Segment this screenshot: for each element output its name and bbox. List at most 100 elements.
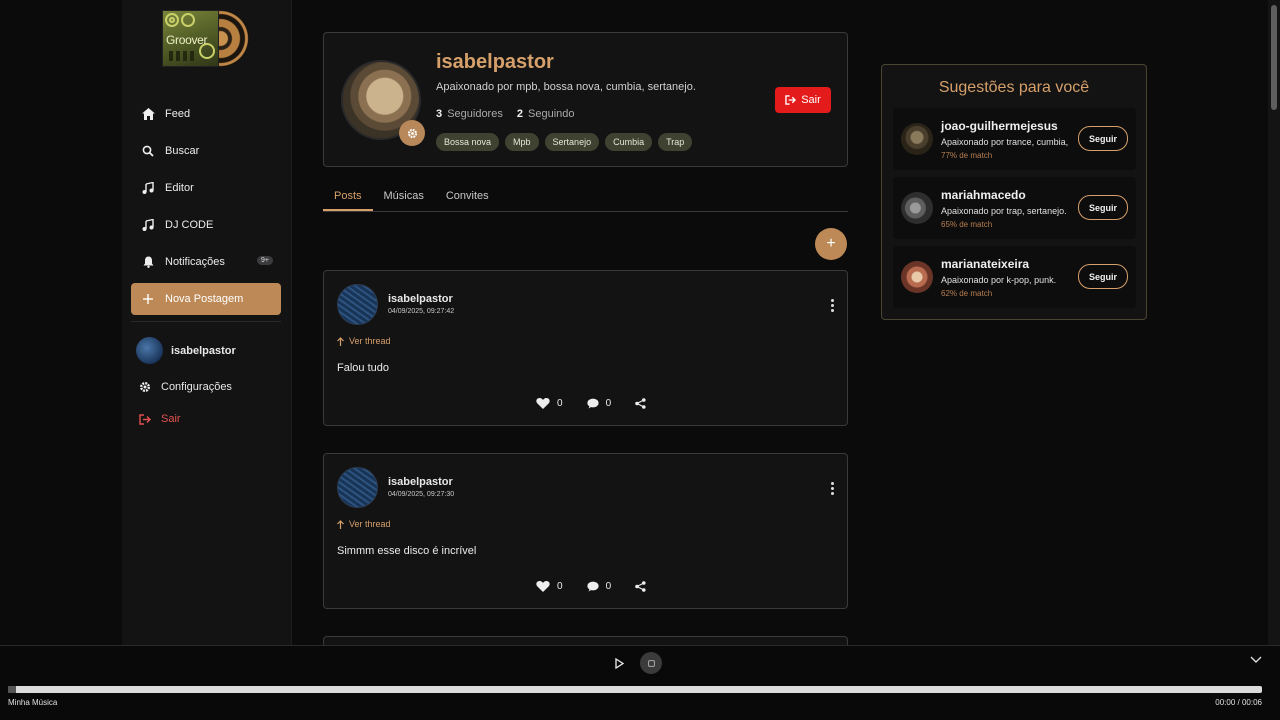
suggestion-match: 77% de match: [941, 151, 993, 160]
settings-link[interactable]: Configurações: [139, 381, 232, 393]
profile-tabs: Posts Músicas Convites: [323, 183, 848, 212]
suggestion-bio: Apaixonado por trance, cumbia,: [941, 137, 1069, 147]
avatar: [136, 337, 163, 364]
sidebar-item-notificacoes[interactable]: Notificações 9+: [131, 243, 281, 280]
gear-icon: [407, 128, 418, 139]
like-count: 0: [557, 397, 563, 409]
add-post-button[interactable]: +: [815, 228, 847, 260]
progress-bar[interactable]: [8, 686, 1262, 693]
tab-posts[interactable]: Posts: [323, 183, 373, 211]
share-button[interactable]: [635, 397, 646, 409]
follow-button[interactable]: Seguir: [1078, 126, 1128, 151]
chevron-down-icon: [1250, 656, 1264, 664]
post-avatar[interactable]: [337, 284, 378, 325]
stop-button[interactable]: [640, 652, 662, 674]
logout-link[interactable]: Sair: [139, 413, 181, 425]
genre-tag: Trap: [658, 133, 693, 151]
new-post-button[interactable]: Nova Postagem: [131, 283, 281, 315]
post-author[interactable]: isabelpastor: [388, 293, 453, 305]
suggestion-username: joao-guilhermejesus: [941, 119, 1058, 133]
music-player: Minha Música 00:00 / 00:06: [0, 645, 1280, 720]
profile-logout-label: Sair: [801, 94, 821, 106]
post-actions: 0 0: [536, 397, 670, 409]
music-note-icon: [141, 218, 155, 232]
like-button[interactable]: 0: [536, 580, 563, 592]
profile-logout-button[interactable]: Sair: [775, 87, 831, 113]
play-icon: [614, 657, 624, 669]
sidebar-item-label: DJ CODE: [165, 218, 214, 231]
view-thread-label: Ver thread: [349, 519, 391, 529]
like-button[interactable]: 0: [536, 397, 563, 409]
share-icon: [635, 397, 646, 409]
stop-icon: [647, 659, 655, 667]
heart-icon: [536, 580, 550, 592]
sidebar-item-label: Notificações: [165, 255, 225, 268]
view-thread-link[interactable]: Ver thread: [337, 519, 391, 529]
sidebar-divider: [131, 321, 281, 322]
search-icon: [141, 144, 155, 158]
sign-out-icon: [139, 413, 151, 425]
suggestion-match: 62% de match: [941, 289, 993, 298]
following-count: 2: [516, 108, 523, 120]
view-thread-link[interactable]: Ver thread: [337, 336, 391, 346]
avatar: [901, 123, 933, 155]
scrollbar-thumb[interactable]: [1271, 5, 1277, 110]
suggestion-match: 65% de match: [941, 220, 993, 229]
genre-tag: Bossa nova: [436, 133, 500, 151]
genre-tag: Sertanejo: [544, 133, 600, 151]
suggestion-item[interactable]: mariahmacedo Apaixonado por trap, sertan…: [893, 177, 1136, 239]
more-options-icon[interactable]: [831, 299, 835, 312]
gear-icon: [139, 381, 151, 393]
view-thread-label: Ver thread: [349, 336, 391, 346]
sidebar-item-editor[interactable]: Editor: [131, 169, 281, 206]
avatar: [901, 261, 933, 293]
share-button[interactable]: [635, 580, 646, 592]
sign-out-icon: [785, 95, 797, 105]
followers-count: 3: [436, 108, 443, 120]
suggestions-panel: Sugestões para você joao-guilhermejesus …: [881, 64, 1147, 320]
sidebar-item-label: Nova Postagem: [165, 293, 244, 305]
sidebar-user-profile[interactable]: isabelpastor: [136, 337, 236, 364]
post-card: isabelpastor 04/09/2025, 09:27:30 Ver th…: [323, 453, 848, 609]
comment-icon: [586, 398, 599, 409]
suggestion-item[interactable]: joao-guilhermejesus Apaixonado por tranc…: [893, 108, 1136, 170]
app-logo[interactable]: Groover: [162, 9, 252, 69]
progress-fill: [8, 686, 16, 693]
post-avatar[interactable]: [337, 467, 378, 508]
tab-musicas[interactable]: Músicas: [373, 183, 435, 211]
tab-convites[interactable]: Convites: [435, 183, 500, 211]
post-card: isabelpastor 04/09/2025, 09:27:42 Ver th…: [323, 270, 848, 426]
genre-tags: Bossa nova Mpb Sertanejo Cumbia Trap: [436, 133, 693, 151]
comment-count: 0: [605, 397, 612, 409]
comment-button[interactable]: 0: [586, 581, 611, 592]
edit-profile-button[interactable]: [399, 120, 425, 146]
profile-bio: Apaixonado por mpb, bossa nova, cumbia, …: [436, 81, 696, 93]
sidebar-item-dj-code[interactable]: DJ CODE: [131, 206, 281, 243]
sidebar-username: isabelpastor: [171, 344, 236, 357]
post-content: Simmm esse disco é incrível: [337, 545, 477, 557]
post-content: Falou tudo: [337, 362, 389, 374]
notification-badge: 9+: [257, 256, 273, 265]
settings-label: Configurações: [161, 381, 232, 393]
play-button[interactable]: [612, 656, 626, 670]
collapse-player-button[interactable]: [1250, 656, 1264, 668]
comment-button[interactable]: 0: [586, 397, 612, 409]
post-author[interactable]: isabelpastor: [388, 476, 453, 488]
plus-icon: [141, 292, 155, 306]
sidebar-item-feed[interactable]: Feed: [131, 95, 281, 132]
music-note-icon: [141, 181, 155, 195]
heart-icon: [536, 397, 550, 409]
more-options-icon[interactable]: [831, 482, 835, 495]
post-date: 04/09/2025, 09:27:30: [388, 491, 455, 498]
suggestion-item[interactable]: marianateixeira Apaixonado por k-pop, pu…: [893, 246, 1136, 308]
sidebar: Groover Feed Buscar Editor DJ CODE Notif…: [122, 0, 292, 645]
follow-button[interactable]: Seguir: [1078, 195, 1128, 220]
like-count: 0: [557, 580, 563, 592]
sidebar-item-buscar[interactable]: Buscar: [131, 132, 281, 169]
suggestions-title: Sugestões para você: [938, 79, 1090, 96]
suggestion-bio: Apaixonado por trap, sertanejo.: [941, 206, 1067, 216]
followers-stat[interactable]: 3 Seguidores: [436, 108, 503, 120]
follow-button[interactable]: Seguir: [1078, 264, 1128, 289]
page-scrollbar[interactable]: [1268, 0, 1280, 645]
following-stat[interactable]: 2 Seguindo: [517, 108, 575, 120]
